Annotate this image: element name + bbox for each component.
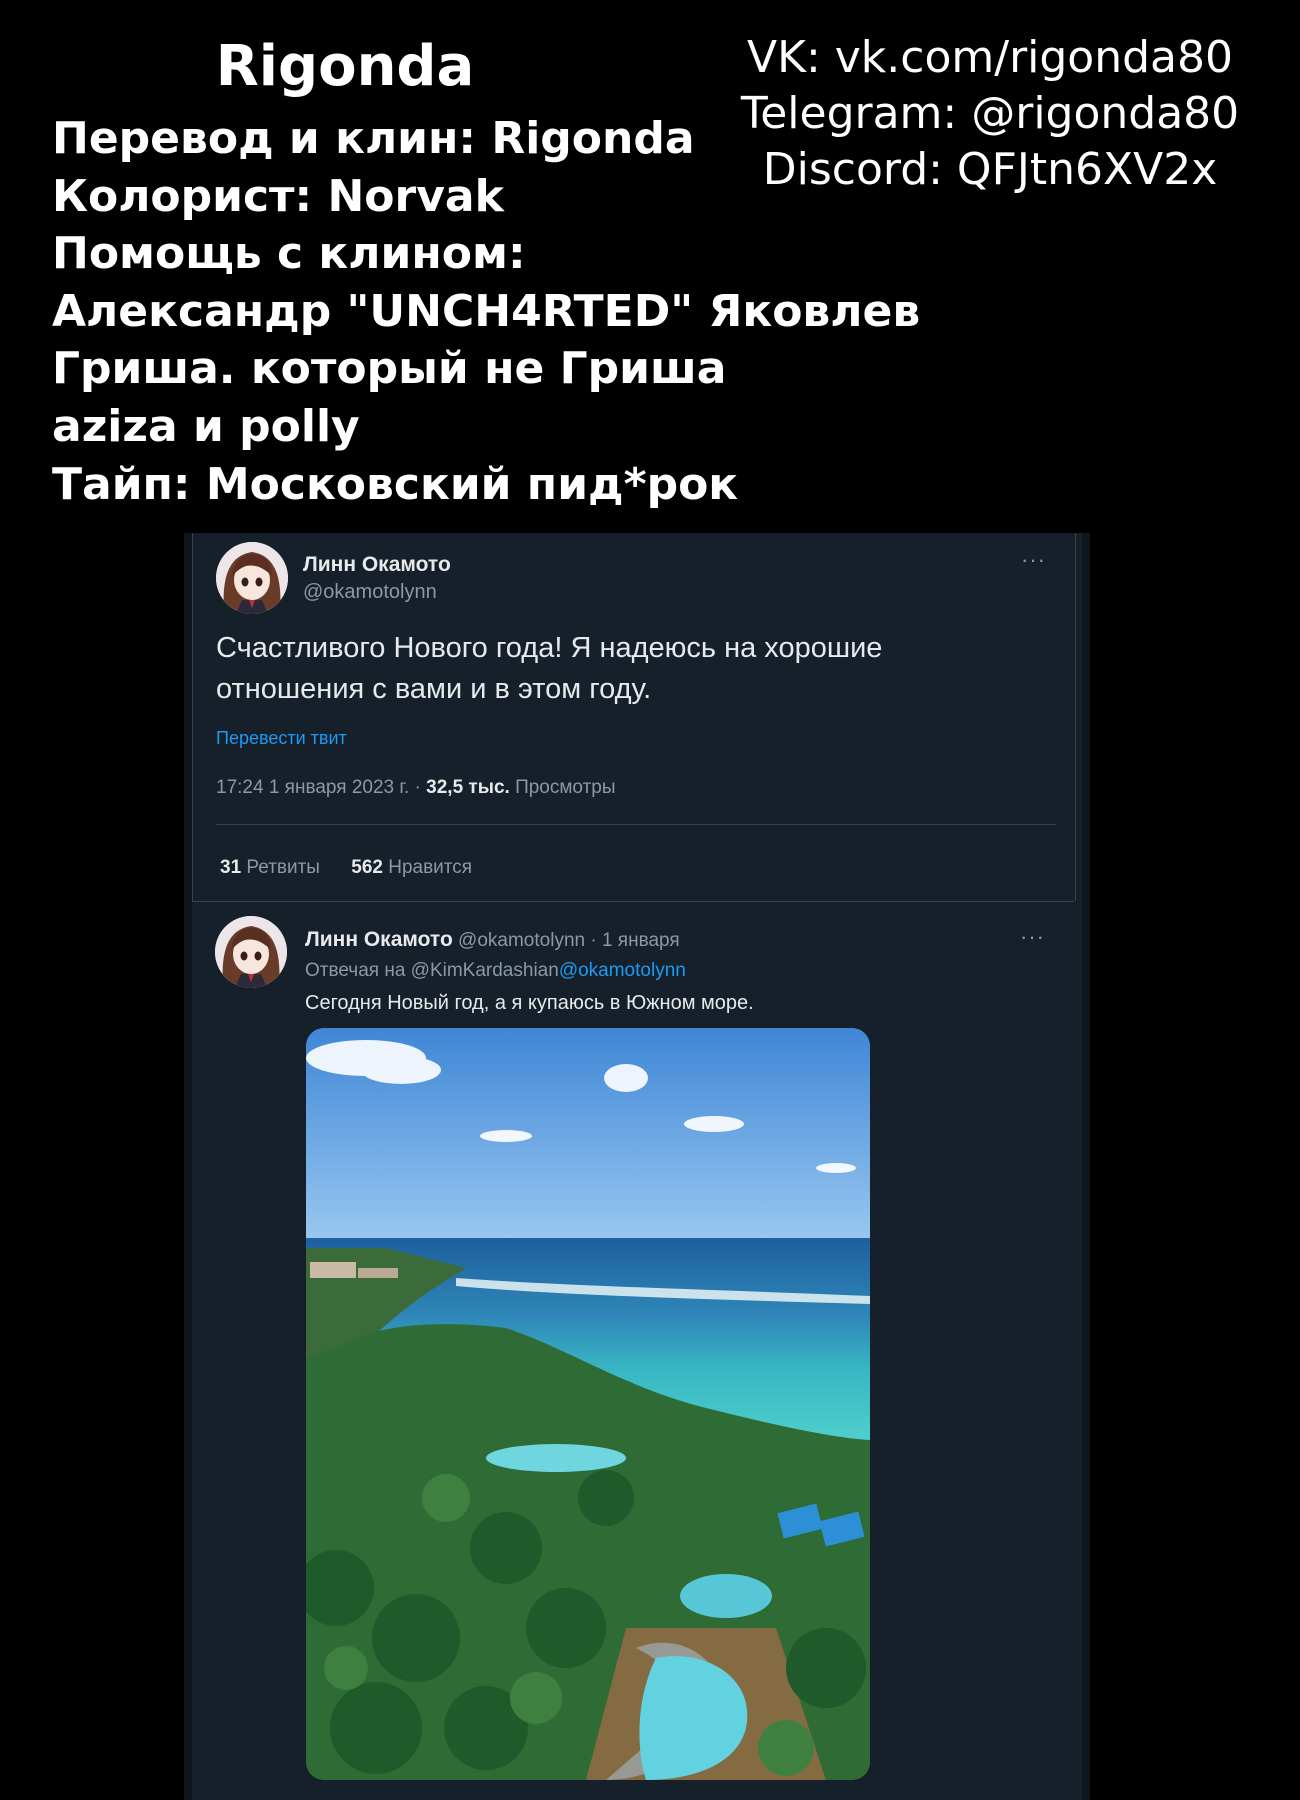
- tweet-text: Счастливого Нового года! Я надеюсь на хо…: [216, 628, 936, 710]
- contacts-block: VK: vk.com/rigonda80 Telegram: @rigonda8…: [720, 30, 1260, 198]
- avatar[interactable]: [216, 542, 288, 614]
- author-name[interactable]: Линн Окамото: [303, 553, 451, 577]
- anime-avatar-icon: [215, 916, 287, 988]
- credit-clean-helper-2: Гриша. который не Гриша: [52, 343, 727, 395]
- tweet-text-line: Счастливого Нового года! Я надеюсь на хо…: [216, 632, 883, 664]
- likes-label: Нравится: [382, 857, 473, 878]
- reply-text: Сегодня Новый год, а я купаюсь в Южном м…: [305, 992, 754, 1014]
- likes-stat[interactable]: 562 Нравится: [351, 857, 472, 878]
- author-name[interactable]: Линн Окамото: [305, 928, 453, 951]
- translate-tweet-link[interactable]: Перевести твит: [216, 728, 347, 749]
- reply-tweet[interactable]: Линн Окамото @okamotolynn · 1 января ···…: [192, 901, 1074, 1800]
- main-tweet: Линн Окамото @okamotolynn ··· Счастливог…: [192, 533, 1076, 901]
- retweets-count: 31: [220, 857, 242, 878]
- tweet-meta: 17:24 1 января 2023 г. · 32,5 тыс. Просм…: [216, 777, 616, 799]
- tweet-screenshot: Линн Окамото @okamotolynn ··· Счастливог…: [184, 533, 1090, 1800]
- tweet-text-line: отношения с вами и в этом году.: [216, 673, 652, 705]
- ellipsis-icon[interactable]: ···: [1020, 926, 1045, 948]
- divider: [216, 824, 1056, 825]
- beach-photo-image: [306, 1028, 870, 1780]
- mention-link[interactable]: @okamotolynn: [559, 960, 686, 981]
- replying-to-prefix[interactable]: Отвечая на @KimKardashian: [305, 960, 559, 981]
- reply-handle-date[interactable]: @okamotolynn · 1 января: [453, 930, 680, 951]
- contact-telegram: Telegram: @rigonda80: [740, 88, 1240, 139]
- credit-clean-helper-3: aziza и polly: [52, 400, 360, 452]
- avatar[interactable]: [215, 916, 287, 988]
- author-handle[interactable]: @okamotolynn: [303, 581, 437, 604]
- credit-typesetter: Тайп: Московский пид*рок: [52, 458, 739, 510]
- ellipsis-icon[interactable]: ···: [1021, 549, 1046, 571]
- views-label: Просмотры: [509, 777, 616, 798]
- reply-header: Линн Окамото @okamotolynn · 1 января: [305, 928, 680, 952]
- tweet-timestamp[interactable]: 17:24 1 января 2023 г. ·: [216, 777, 426, 798]
- tweet-stats: 31 Ретвиты 562 Нравится: [220, 857, 498, 879]
- likes-count: 562: [351, 857, 383, 878]
- credits-title: Rigonda: [215, 34, 475, 99]
- views-count: 32,5 тыс.: [426, 777, 510, 798]
- contact-vk: VK: vk.com/rigonda80: [747, 32, 1233, 83]
- retweets-label: Ретвиты: [241, 857, 320, 878]
- replying-to: Отвечая на @KimKardashian@okamotolynn: [305, 960, 686, 982]
- credit-clean-helper-1: Александр "UNCH4RTED" Яковлев: [52, 285, 921, 337]
- contact-discord: Discord: QFJtn6XV2x: [762, 144, 1218, 195]
- beach-resort-photo[interactable]: [306, 1028, 870, 1780]
- anime-avatar-icon: [216, 542, 288, 614]
- retweets-stat[interactable]: 31 Ретвиты: [220, 857, 320, 878]
- credit-clean-help-heading: Помощь с клином:: [52, 228, 526, 280]
